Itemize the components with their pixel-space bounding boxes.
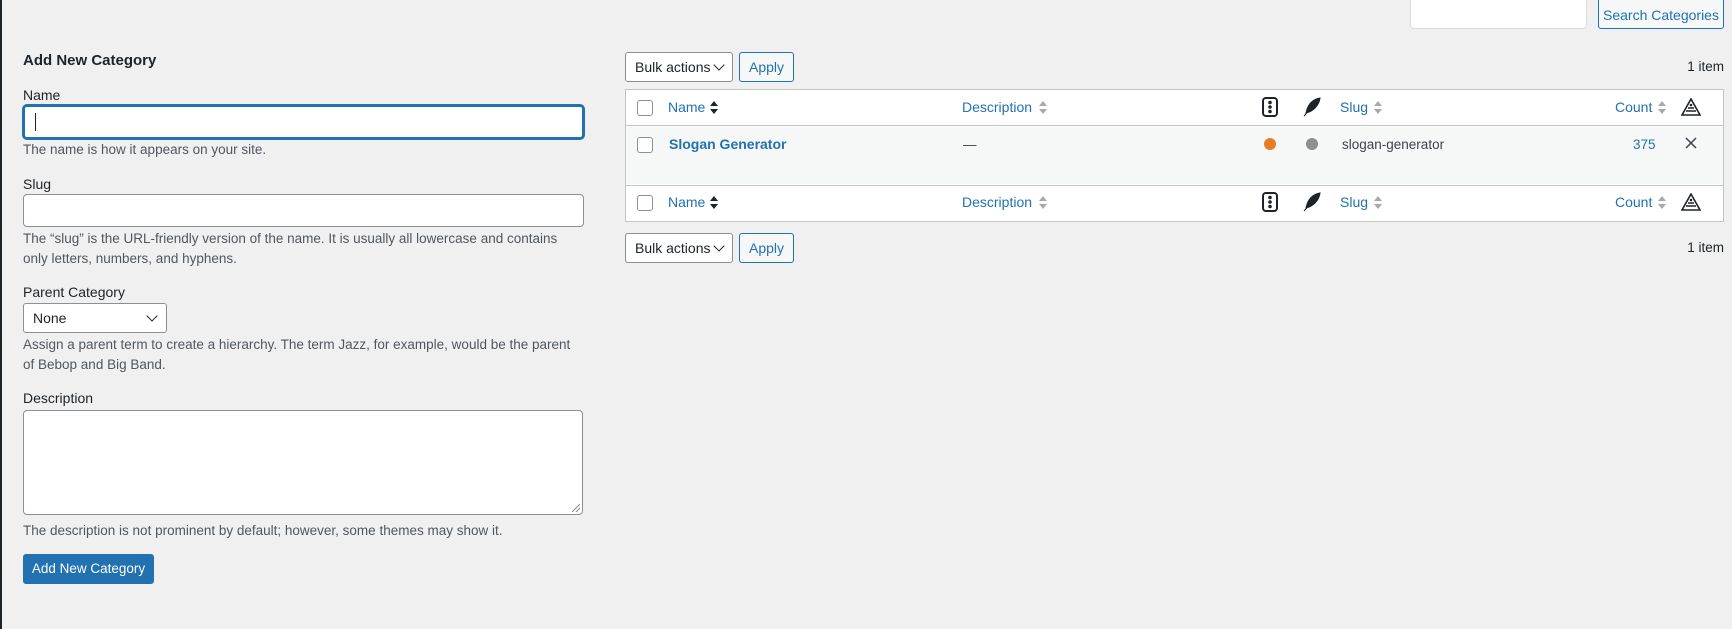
sort-icon[interactable] <box>710 195 718 211</box>
table-row: Slogan Generator — slogan-generator 375 <box>626 127 1723 184</box>
slug-label: Slug <box>23 176 52 192</box>
apply-button-bottom[interactable]: Apply <box>739 233 794 263</box>
description-help: The description is not prominent by defa… <box>23 523 503 538</box>
description-textarea[interactable] <box>23 410 583 515</box>
column-slug-footer[interactable]: Slug <box>1340 194 1368 210</box>
traffic-light-icon <box>1262 97 1278 117</box>
slug-input[interactable] <box>23 194 584 227</box>
category-description: — <box>963 137 977 152</box>
parent-category-value: None <box>33 310 67 326</box>
window-edge <box>0 0 2 629</box>
status-dot-gray <box>1306 138 1318 150</box>
parent-category-help: Assign a parent term to create a hierarc… <box>23 337 571 372</box>
category-name-link[interactable]: Slogan Generator <box>669 136 786 152</box>
column-description-header[interactable]: Description <box>962 99 1032 115</box>
close-icon[interactable] <box>1685 137 1697 149</box>
table-footer-row: Name Description Slug Count <box>626 185 1723 221</box>
search-input[interactable] <box>1410 0 1587 29</box>
status-dot-orange <box>1264 138 1276 150</box>
warning-triangle-icon <box>1681 193 1701 211</box>
warning-triangle-icon <box>1681 98 1701 116</box>
category-slug: slogan-generator <box>1342 137 1445 152</box>
bulk-actions-select-top[interactable]: Bulk actions <box>625 52 733 82</box>
column-name-header[interactable]: Name <box>668 99 705 115</box>
feather-icon <box>1303 97 1321 117</box>
sort-icon[interactable] <box>1039 195 1047 211</box>
name-help: The name is how it appears on your site. <box>23 142 267 157</box>
sort-icon[interactable] <box>1039 100 1047 116</box>
name-input[interactable] <box>23 105 584 139</box>
form-title: Add New Category <box>23 52 157 69</box>
sort-icon[interactable] <box>1658 195 1666 211</box>
slug-help: The “slug” is the URL-friendly version o… <box>23 231 558 266</box>
chevron-down-icon <box>713 59 725 71</box>
table-header-row: Name Description Slug Count <box>626 90 1723 126</box>
sort-icon[interactable] <box>1374 100 1382 116</box>
select-all-checkbox-footer[interactable] <box>637 195 653 211</box>
items-count-top: 1 item <box>1687 59 1724 74</box>
resize-grip-icon[interactable] <box>572 504 580 512</box>
row-checkbox[interactable] <box>637 137 653 153</box>
column-count-footer[interactable]: Count <box>1615 194 1652 210</box>
text-caret <box>35 113 36 131</box>
feather-icon <box>1303 192 1321 212</box>
chevron-down-icon <box>713 240 725 252</box>
chevron-down-icon <box>146 310 158 322</box>
sort-icon[interactable] <box>1374 195 1382 211</box>
apply-button-top[interactable]: Apply <box>739 52 794 82</box>
sort-icon[interactable] <box>1658 100 1666 116</box>
bulk-actions-select-bottom[interactable]: Bulk actions <box>625 233 733 263</box>
parent-category-select[interactable]: None <box>23 303 167 333</box>
name-label: Name <box>23 87 61 103</box>
bulk-actions-label: Bulk actions <box>635 240 711 256</box>
bulk-actions-label: Bulk actions <box>635 59 711 75</box>
add-new-category-button[interactable]: Add New Category <box>23 554 154 584</box>
select-all-checkbox[interactable] <box>637 100 653 116</box>
parent-category-label: Parent Category <box>23 284 125 300</box>
column-count-header[interactable]: Count <box>1615 99 1652 115</box>
category-count-link[interactable]: 375 <box>1633 137 1656 152</box>
categories-table: Name Description Slug Count Slogan Gener… <box>625 89 1724 222</box>
traffic-light-icon <box>1262 192 1278 212</box>
search-categories-button[interactable]: Search Categories <box>1598 0 1724 29</box>
items-count-bottom: 1 item <box>1687 240 1724 255</box>
column-slug-header[interactable]: Slug <box>1340 99 1368 115</box>
sort-icon[interactable] <box>710 100 718 116</box>
column-description-footer[interactable]: Description <box>962 194 1032 210</box>
column-name-footer[interactable]: Name <box>668 194 705 210</box>
description-label: Description <box>23 390 94 406</box>
